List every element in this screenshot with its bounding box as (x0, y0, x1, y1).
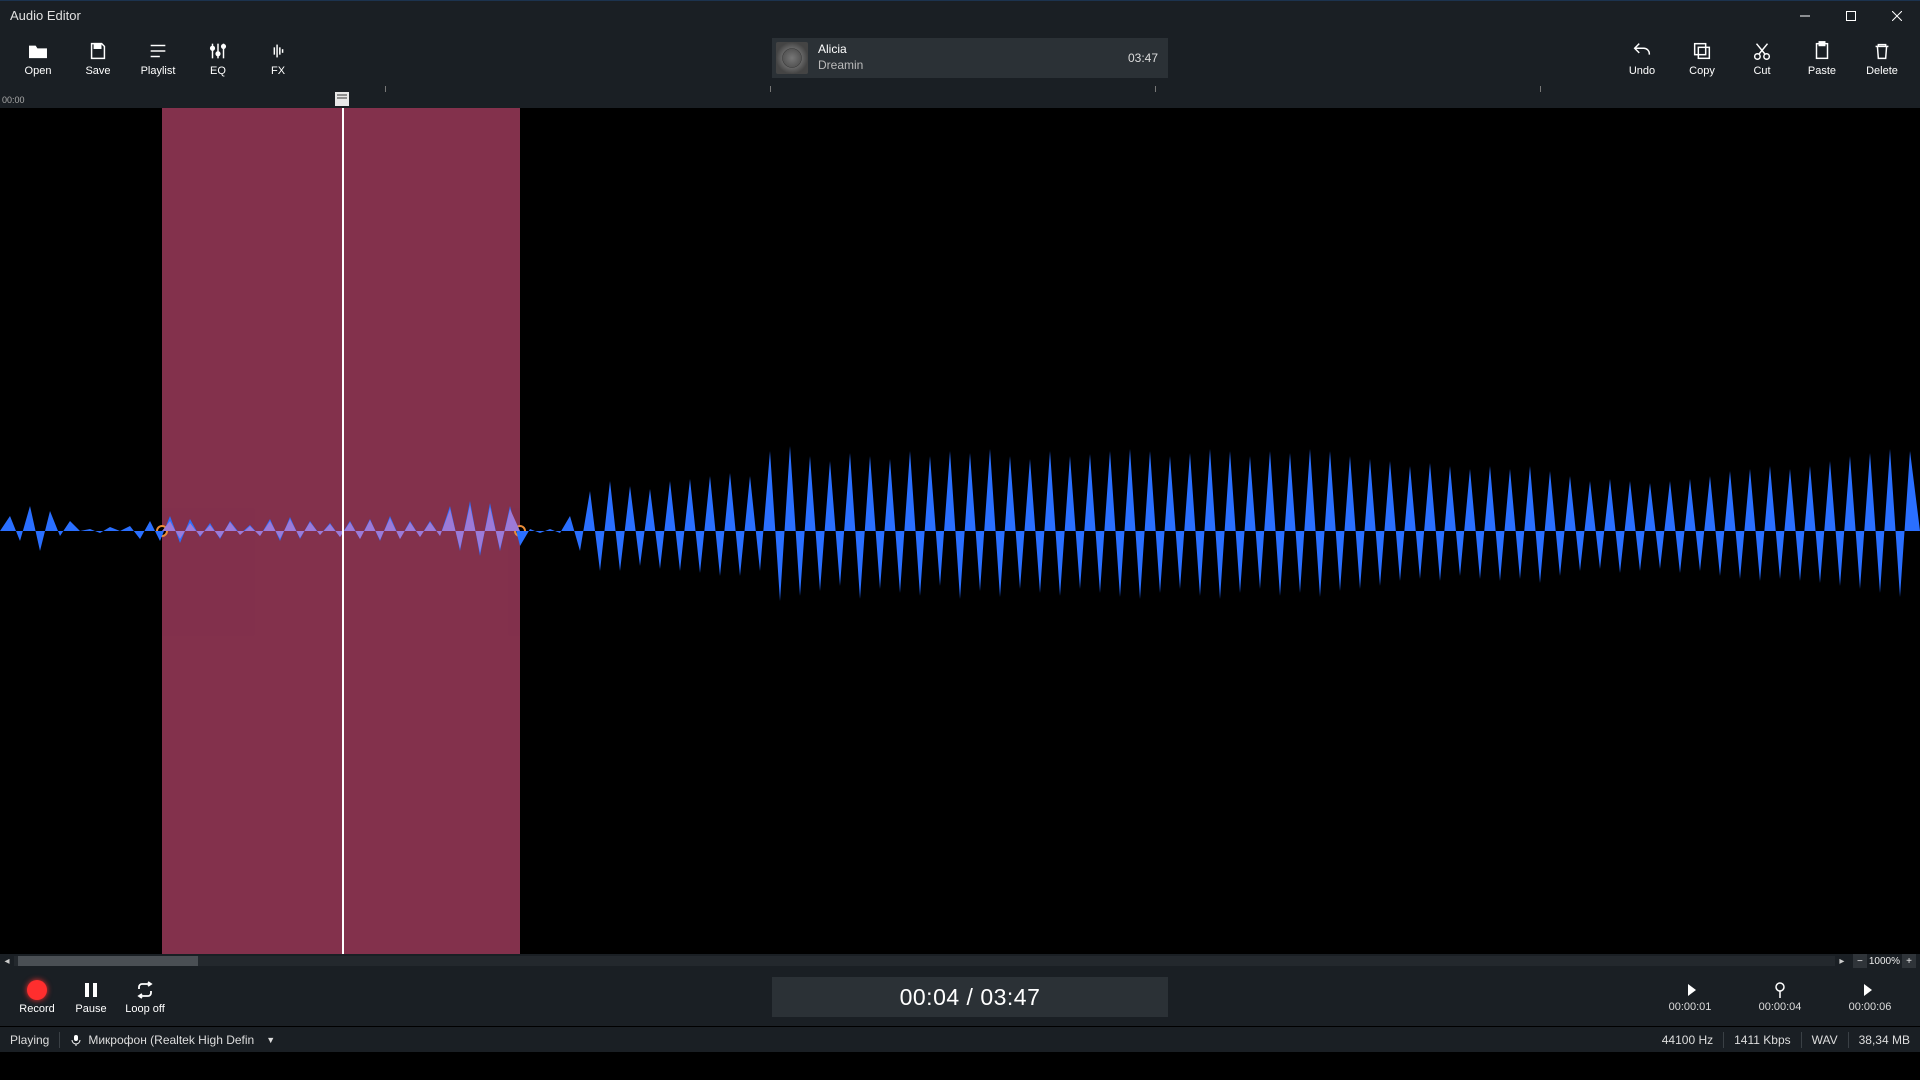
album-art-icon (776, 42, 808, 74)
scroll-track[interactable] (14, 956, 1835, 966)
timeline-ruler[interactable]: 00:00 (0, 86, 1920, 108)
save-label: Save (85, 65, 110, 77)
record-label: Record (19, 1003, 54, 1015)
open-button[interactable]: Open (10, 32, 66, 84)
copy-button[interactable]: Copy (1674, 32, 1730, 84)
undo-label: Undo (1629, 65, 1655, 77)
loop-label: Loop off (125, 1003, 165, 1015)
fx-label: FX (271, 65, 285, 77)
microphone-icon (70, 1034, 82, 1046)
playback-state: Playing (10, 1033, 49, 1047)
eq-button[interactable]: EQ (190, 32, 246, 84)
scroll-thumb[interactable] (18, 956, 198, 966)
eq-label: EQ (210, 65, 226, 77)
status-bar: Playing Микрофон (Realtek High Defin ▼ 4… (0, 1026, 1920, 1052)
selection-current-button[interactable]: 00:00:04 (1740, 981, 1820, 1013)
pause-button[interactable]: Pause (64, 971, 118, 1023)
input-device-label: Микрофон (Realtek High Defin (88, 1033, 254, 1047)
record-icon (27, 980, 47, 1000)
selection-end-time: 00:00:06 (1849, 1001, 1892, 1013)
undo-button[interactable]: Undo (1614, 32, 1670, 84)
loop-icon (135, 979, 155, 1001)
pause-icon (81, 979, 101, 1001)
zoom-in-button[interactable]: + (1902, 954, 1916, 968)
selection-start-time: 00:00:01 (1669, 1001, 1712, 1013)
zoom-level: 1000% (1869, 956, 1900, 967)
chevron-down-icon: ▼ (266, 1035, 275, 1045)
save-icon (87, 39, 109, 63)
selection-current-time: 00:00:04 (1759, 1001, 1802, 1013)
paste-label: Paste (1808, 65, 1836, 77)
sample-rate: 44100 Hz (1662, 1033, 1713, 1047)
copy-label: Copy (1689, 65, 1715, 77)
trash-icon (1871, 39, 1893, 63)
cut-button[interactable]: Cut (1734, 32, 1790, 84)
track-duration: 03:47 (1128, 51, 1158, 65)
folder-open-icon (27, 39, 49, 63)
playlist-label: Playlist (141, 65, 176, 77)
scroll-right-button[interactable]: ▸ (1835, 954, 1849, 968)
file-format: WAV (1812, 1033, 1838, 1047)
delete-button[interactable]: Delete (1854, 32, 1910, 84)
waveform-graphic (0, 421, 1920, 641)
scroll-left-button[interactable]: ◂ (0, 954, 14, 968)
file-size: 38,34 MB (1859, 1033, 1910, 1047)
paste-icon (1811, 39, 1833, 63)
window-controls (1782, 1, 1920, 31)
now-playing-panel[interactable]: Alicia Dreamin 03:47 (772, 38, 1168, 78)
input-device-selector[interactable]: Микрофон (Realtek High Defin ▼ (70, 1033, 275, 1047)
playhead-marker[interactable] (335, 92, 349, 106)
copy-icon (1691, 39, 1713, 63)
equalizer-icon (207, 39, 229, 63)
fx-icon (267, 39, 289, 63)
transport-bar: Record Pause Loop off 00:04 / 03:47 00:0… (0, 968, 1920, 1026)
bitrate: 1411 Kbps (1734, 1033, 1791, 1047)
loop-button[interactable]: Loop off (118, 971, 172, 1023)
play-from-start-icon (1681, 981, 1699, 999)
play-to-end-icon (1861, 981, 1879, 999)
time-display-value: 00:04 / 03:47 (900, 984, 1041, 1011)
pause-label: Pause (75, 1003, 106, 1015)
minimize-button[interactable] (1782, 1, 1828, 31)
maximize-button[interactable] (1828, 1, 1874, 31)
close-button[interactable] (1874, 1, 1920, 31)
selection-end-button[interactable]: 00:00:06 (1830, 981, 1910, 1013)
titlebar: Audio Editor (0, 0, 1920, 30)
undo-icon (1631, 39, 1653, 63)
playhead-line[interactable] (342, 108, 344, 954)
track-artist: Alicia (818, 42, 863, 58)
track-title: Dreamin (818, 58, 863, 74)
delete-label: Delete (1866, 65, 1898, 77)
ruler-origin-label: 00:00 (2, 95, 25, 105)
cut-icon (1751, 39, 1773, 63)
zoom-out-button[interactable]: − (1853, 954, 1867, 968)
horizontal-scrollbar: ◂ ▸ − 1000% + (0, 954, 1920, 968)
marker-icon (1771, 981, 1789, 999)
paste-button[interactable]: Paste (1794, 32, 1850, 84)
record-button[interactable]: Record (10, 971, 64, 1023)
playlist-icon (147, 39, 169, 63)
time-display: 00:04 / 03:47 (772, 977, 1168, 1017)
app-title: Audio Editor (10, 8, 81, 23)
save-button[interactable]: Save (70, 32, 126, 84)
waveform-canvas[interactable] (0, 108, 1920, 954)
open-label: Open (25, 65, 52, 77)
playlist-button[interactable]: Playlist (130, 32, 186, 84)
selection-start-button[interactable]: 00:00:01 (1650, 981, 1730, 1013)
cut-label: Cut (1753, 65, 1770, 77)
fx-button[interactable]: FX (250, 32, 306, 84)
